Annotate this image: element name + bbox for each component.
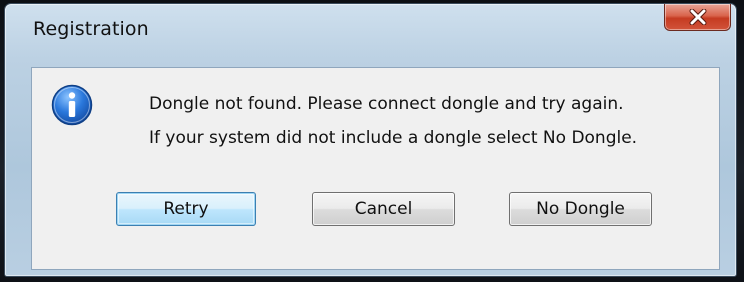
- message-line-1: Dongle not found. Please connect dongle …: [149, 94, 624, 114]
- message-line-2: If your system did not include a dongle …: [149, 128, 638, 148]
- window-title: Registration: [33, 18, 149, 40]
- close-button[interactable]: [664, 4, 731, 31]
- cancel-button[interactable]: Cancel: [312, 192, 455, 226]
- dialog-content: Dongle not found. Please connect dongle …: [31, 67, 720, 270]
- retry-button[interactable]: Retry: [116, 192, 256, 226]
- information-icon: [51, 84, 93, 126]
- registration-dialog: Registration Dongle not found. Please co…: [4, 3, 737, 277]
- close-icon: [689, 9, 706, 25]
- no-dongle-button[interactable]: No Dongle: [509, 192, 652, 226]
